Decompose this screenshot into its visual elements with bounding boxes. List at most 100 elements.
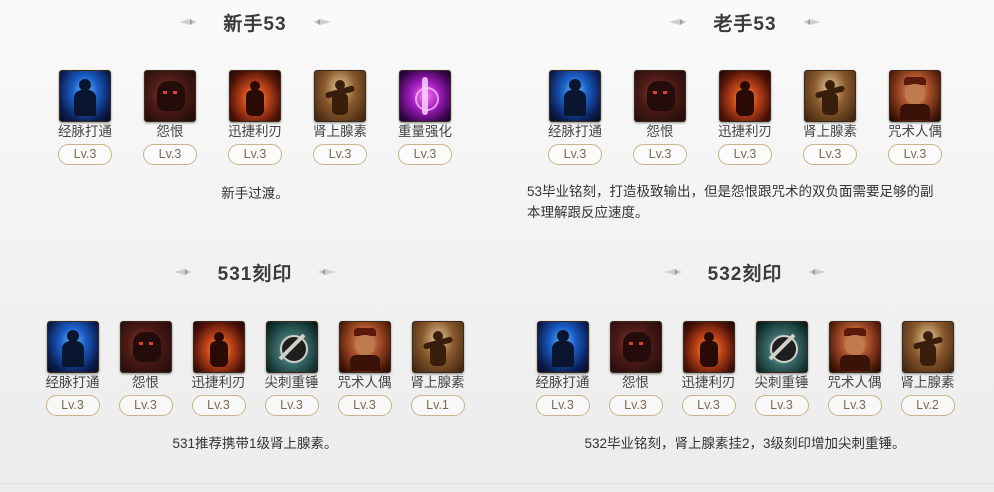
skill-card[interactable]: 怨恨 Lv.3 bbox=[109, 321, 182, 416]
skill-card[interactable]: 怨恨 Lv.3 bbox=[599, 321, 672, 416]
section-title-row: 532刻印 bbox=[496, 259, 994, 285]
skill-name: 怨恨 bbox=[622, 375, 649, 390]
meridian-icon bbox=[536, 321, 589, 373]
skill-name: 迅捷利刃 bbox=[681, 375, 736, 390]
skill-level-badge: Lv.2 bbox=[900, 395, 955, 416]
left-ornament-icon bbox=[669, 16, 688, 28]
skill-card[interactable]: 咒术人偶 Lv.3 bbox=[873, 70, 958, 165]
weight-boost-icon bbox=[399, 70, 451, 122]
section-title-row: 新手53 bbox=[0, 9, 510, 35]
skill-level-badge: Lv.3 bbox=[827, 395, 882, 416]
build-guide-page: 新手53 经脉打通 Lv.3 怨恨 Lv.3 迅捷利刃 Lv.3 肾上腺素 Lv… bbox=[0, 0, 994, 492]
spiked-hammer-icon bbox=[755, 321, 808, 373]
skill-card[interactable]: 咒术人偶 Lv.3 bbox=[818, 321, 891, 416]
skill-card[interactable]: 肾上腺素 Lv.3 bbox=[788, 70, 873, 165]
skill-level-badge: Lv.3 bbox=[118, 395, 173, 416]
skill-level-badge: Lv.3 bbox=[191, 395, 246, 416]
skill-card[interactable]: 迅捷利刃 Lv.3 bbox=[703, 70, 788, 165]
swift-blade-icon bbox=[229, 70, 281, 122]
right-ornament-icon bbox=[802, 16, 821, 28]
meridian-icon bbox=[549, 70, 601, 122]
skill-name: 重量强化 bbox=[398, 124, 452, 139]
skill-name: 尖刺重锤 bbox=[264, 375, 319, 390]
skill-level-badge: Lv.3 bbox=[337, 395, 392, 416]
section-title: 531刻印 bbox=[217, 263, 293, 285]
meridian-icon bbox=[59, 70, 111, 122]
skill-row: 经脉打通 Lv.3 怨恨 Lv.3 迅捷利刃 Lv.3 bbox=[496, 321, 994, 416]
left-ornament-icon bbox=[179, 16, 198, 28]
skill-level-badge: Lv.3 bbox=[535, 395, 590, 416]
right-ornament-icon bbox=[312, 16, 331, 28]
section-description: 532毕业铭刻，肾上腺素挂2，3级刻印增加尖刺重锤。 bbox=[584, 436, 906, 451]
skill-name: 肾上腺素 bbox=[803, 124, 857, 139]
skill-card[interactable]: 咒术人偶 Lv.3 bbox=[328, 321, 401, 416]
skill-card[interactable]: 怨恨 Lv.3 bbox=[618, 70, 703, 165]
skill-card[interactable]: 经脉打通 Lv.3 bbox=[533, 70, 618, 165]
skill-card[interactable]: 肾上腺素 Lv.1 bbox=[401, 321, 474, 416]
section-531: 531刻印 经脉打通 Lv.3 怨恨 Lv.3 迅捷利刃 Lv.3 尖刺重锤 L… bbox=[0, 250, 510, 485]
skill-row: 经脉打通 Lv.3 怨恨 Lv.3 迅捷利刃 Lv.3 bbox=[0, 321, 510, 416]
bottom-divider bbox=[0, 483, 994, 484]
skill-level-badge: Lv.3 bbox=[313, 144, 367, 165]
skill-name: 肾上腺素 bbox=[410, 375, 465, 390]
section-title-row: 老手53 bbox=[496, 9, 994, 35]
skill-level-badge: Lv.3 bbox=[633, 144, 687, 165]
skill-card[interactable]: 经脉打通 Lv.3 bbox=[526, 321, 599, 416]
skill-card[interactable]: 尖刺重锤 Lv.3 bbox=[255, 321, 328, 416]
skill-card[interactable]: 肾上腺素 Lv.2 bbox=[891, 321, 964, 416]
grudge-icon bbox=[609, 321, 662, 373]
adrenaline-icon bbox=[804, 70, 856, 122]
right-ornament-icon bbox=[318, 266, 337, 278]
left-ornament-icon bbox=[173, 266, 192, 278]
skill-level-badge: Lv.3 bbox=[608, 395, 663, 416]
section-532: 532刻印 经脉打通 Lv.3 怨恨 Lv.3 迅捷利刃 Lv.3 尖刺重锤 L… bbox=[496, 250, 994, 485]
skill-name: 肾上腺素 bbox=[313, 124, 367, 139]
grudge-icon bbox=[634, 70, 686, 122]
skill-level-badge: Lv.3 bbox=[754, 395, 809, 416]
skill-name: 经脉打通 bbox=[45, 375, 100, 390]
skill-name: 肾上腺素 bbox=[900, 375, 955, 390]
skill-name: 迅捷利刃 bbox=[228, 124, 282, 139]
skill-card[interactable]: 尖刺重锤 Lv.3 bbox=[745, 321, 818, 416]
description-line: 本理解跟反应速度。 bbox=[527, 205, 649, 220]
skill-name: 怨恨 bbox=[132, 375, 159, 390]
skill-card[interactable]: 经脉打通 Lv.3 bbox=[36, 321, 109, 416]
skill-card[interactable]: 迅捷利刃 Lv.3 bbox=[213, 70, 298, 165]
skill-name: 尖刺重锤 bbox=[754, 375, 809, 390]
skill-card[interactable]: 迅捷利刃 Lv.3 bbox=[182, 321, 255, 416]
skill-row: 经脉打通 Lv.3 怨恨 Lv.3 迅捷利刃 Lv.3 bbox=[496, 70, 994, 165]
section-title: 新手53 bbox=[223, 13, 287, 35]
skill-name: 迅捷利刃 bbox=[191, 375, 246, 390]
skill-level-badge: Lv.3 bbox=[228, 144, 282, 165]
skill-level-badge: Lv.3 bbox=[45, 395, 100, 416]
section-novice-53: 新手53 经脉打通 Lv.3 怨恨 Lv.3 迅捷利刃 Lv.3 肾上腺素 Lv… bbox=[0, 0, 510, 240]
skill-card[interactable]: 肾上腺素 Lv.3 bbox=[298, 70, 383, 165]
skill-level-badge: Lv.3 bbox=[803, 144, 857, 165]
skill-level-badge: Lv.3 bbox=[398, 144, 452, 165]
skill-level-badge: Lv.3 bbox=[888, 144, 942, 165]
section-title: 532刻印 bbox=[707, 263, 783, 285]
skill-name: 经脉打通 bbox=[548, 124, 602, 139]
left-ornament-icon bbox=[663, 266, 682, 278]
swift-blade-icon bbox=[719, 70, 771, 122]
adrenaline-icon bbox=[314, 70, 366, 122]
skill-card[interactable]: 怨恨 Lv.3 bbox=[128, 70, 213, 165]
skill-card[interactable]: 重量强化 Lv.3 bbox=[383, 70, 468, 165]
meridian-icon bbox=[46, 321, 99, 373]
section-title-row: 531刻印 bbox=[0, 259, 510, 285]
curse-doll-icon bbox=[828, 321, 881, 373]
adrenaline-icon bbox=[901, 321, 954, 373]
skill-name: 怨恨 bbox=[156, 124, 184, 139]
skill-card[interactable]: 迅捷利刃 Lv.3 bbox=[672, 321, 745, 416]
skill-level-badge: Lv.1 bbox=[410, 395, 465, 416]
skill-name: 经脉打通 bbox=[535, 375, 590, 390]
skill-level-badge: Lv.3 bbox=[264, 395, 319, 416]
swift-blade-icon bbox=[192, 321, 245, 373]
adrenaline-icon bbox=[411, 321, 464, 373]
description-line: 53毕业铭刻，打造极致输出，但是怨恨跟咒术的双负面需要足够的副 bbox=[527, 184, 934, 199]
skill-card[interactable]: 经脉打通 Lv.3 bbox=[43, 70, 128, 165]
curse-doll-icon bbox=[338, 321, 391, 373]
curse-doll-icon bbox=[889, 70, 941, 122]
skill-level-badge: Lv.3 bbox=[681, 395, 736, 416]
skill-level-badge: Lv.3 bbox=[143, 144, 197, 165]
